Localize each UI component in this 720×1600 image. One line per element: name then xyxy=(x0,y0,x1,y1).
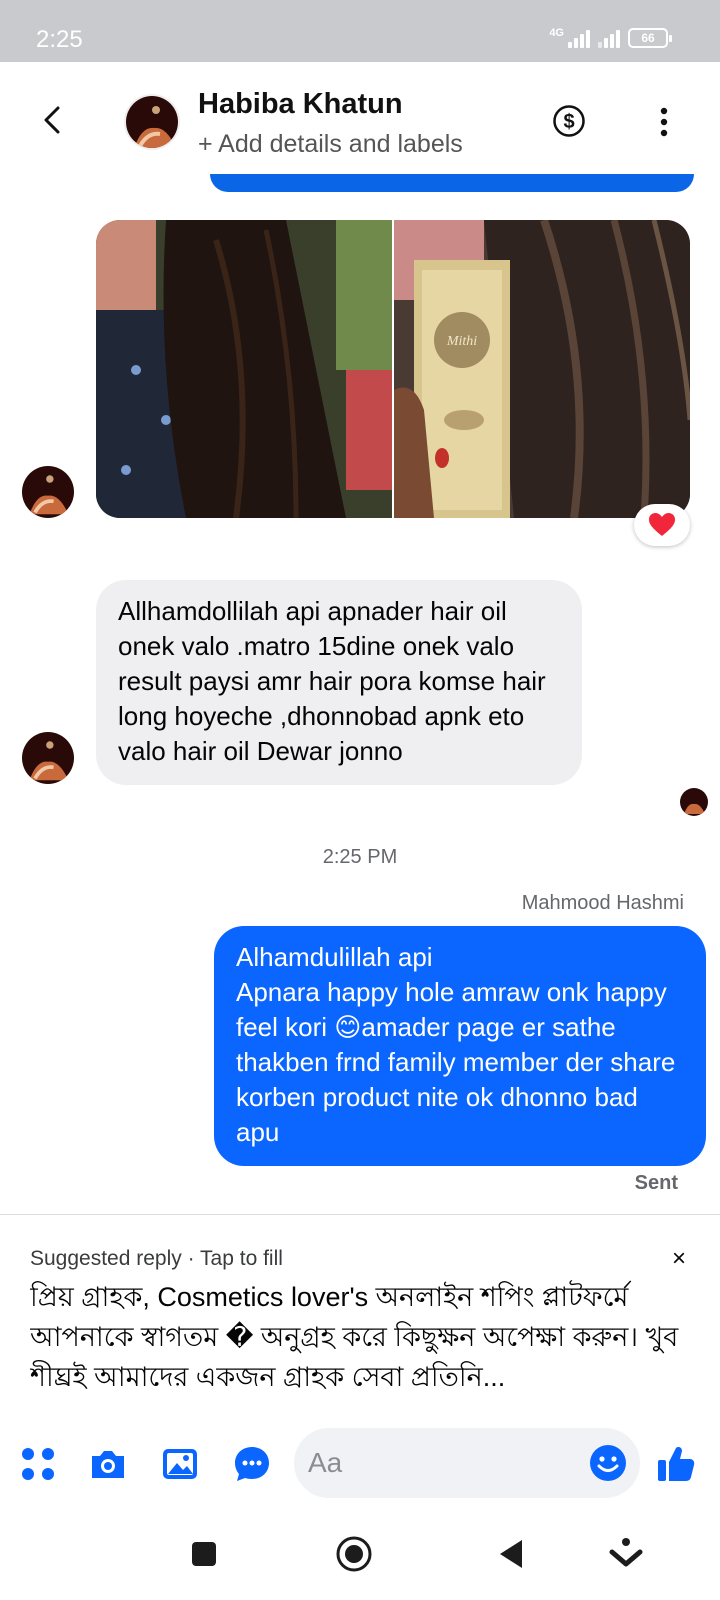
battery-icon: 66 xyxy=(628,28,672,48)
photo-after[interactable]: Mithi xyxy=(394,220,690,518)
system-navigation-bar xyxy=(0,1514,720,1600)
more-vertical-icon xyxy=(660,107,668,137)
back-button[interactable] xyxy=(32,98,72,142)
payment-button[interactable]: $ xyxy=(552,104,586,138)
contact-avatar[interactable] xyxy=(124,94,180,150)
back-arrow-icon xyxy=(44,106,60,134)
photo-attachment[interactable]: Mithi xyxy=(96,220,690,518)
thumbs-up-icon[interactable] xyxy=(656,1444,696,1484)
dollar-circle-icon: $ xyxy=(553,105,585,137)
camera-icon[interactable] xyxy=(88,1444,128,1484)
close-icon[interactable]: × xyxy=(672,1245,686,1273)
contact-name[interactable]: Habiba Khatun xyxy=(198,88,403,121)
back-triangle-icon xyxy=(500,1540,522,1568)
assistant-chevron-icon xyxy=(609,1538,643,1567)
photo-before[interactable] xyxy=(96,220,392,518)
outgoing-message-text: Alhamdulillah api Apnara happy hole amra… xyxy=(236,942,676,1147)
apps-grid-icon[interactable] xyxy=(18,1444,58,1484)
suggested-reply-panel: Suggested reply · Tap to fill × প্রিয় গ… xyxy=(0,1214,720,1418)
message-input-pill[interactable] xyxy=(294,1428,640,1498)
home-circle-icon xyxy=(336,1536,372,1572)
status-bar: 2:25 4G 66 xyxy=(0,0,720,62)
message-composer xyxy=(0,1418,720,1514)
signal-icon-2 xyxy=(598,28,620,48)
sender-avatar[interactable] xyxy=(22,466,74,518)
square-icon xyxy=(192,1542,216,1566)
sender-name-label: Mahmood Hashmi xyxy=(521,892,684,914)
suggested-reply-label: Suggested reply · Tap to fill xyxy=(30,1247,283,1270)
message-status: Sent xyxy=(634,1172,678,1194)
recent-apps-button[interactable] xyxy=(184,1534,224,1574)
assistant-button[interactable] xyxy=(606,1534,646,1574)
back-nav-button[interactable] xyxy=(492,1534,532,1574)
status-time: 2:25 xyxy=(36,26,83,53)
heart-icon xyxy=(649,513,675,536)
outgoing-message-bubble[interactable]: Alhamdulillah api Apnara happy hole amra… xyxy=(214,926,706,1166)
add-details-link[interactable]: + Add details and labels xyxy=(198,130,463,159)
message-input[interactable] xyxy=(308,1438,568,1488)
network-label: 4G xyxy=(549,27,564,39)
gallery-icon[interactable] xyxy=(160,1444,200,1484)
previous-message-bubble[interactable] xyxy=(210,174,694,192)
read-receipt-avatar xyxy=(680,788,708,816)
svg-text:Mithi: Mithi xyxy=(446,334,477,349)
svg-text:$: $ xyxy=(563,111,574,133)
chat-header: Habiba Khatun + Add details and labels $ xyxy=(0,62,720,180)
incoming-message-bubble[interactable]: Allhamdollilah api apnader hair oil onek… xyxy=(96,580,582,785)
home-button[interactable] xyxy=(334,1534,374,1574)
suggested-reply-text[interactable]: প্রিয় গ্রাহক, Cosmetics lover's অনলাইন … xyxy=(30,1277,694,1397)
emoji-icon[interactable] xyxy=(588,1443,628,1483)
signal-icon xyxy=(568,28,590,48)
more-options-button[interactable] xyxy=(654,106,674,138)
status-icons: 4G 66 xyxy=(549,27,672,48)
chat-bubble-icon[interactable] xyxy=(232,1444,272,1484)
heart-reaction[interactable] xyxy=(634,504,690,546)
timestamp-separator: 2:25 PM xyxy=(322,846,398,868)
sender-avatar-2[interactable] xyxy=(22,732,74,784)
